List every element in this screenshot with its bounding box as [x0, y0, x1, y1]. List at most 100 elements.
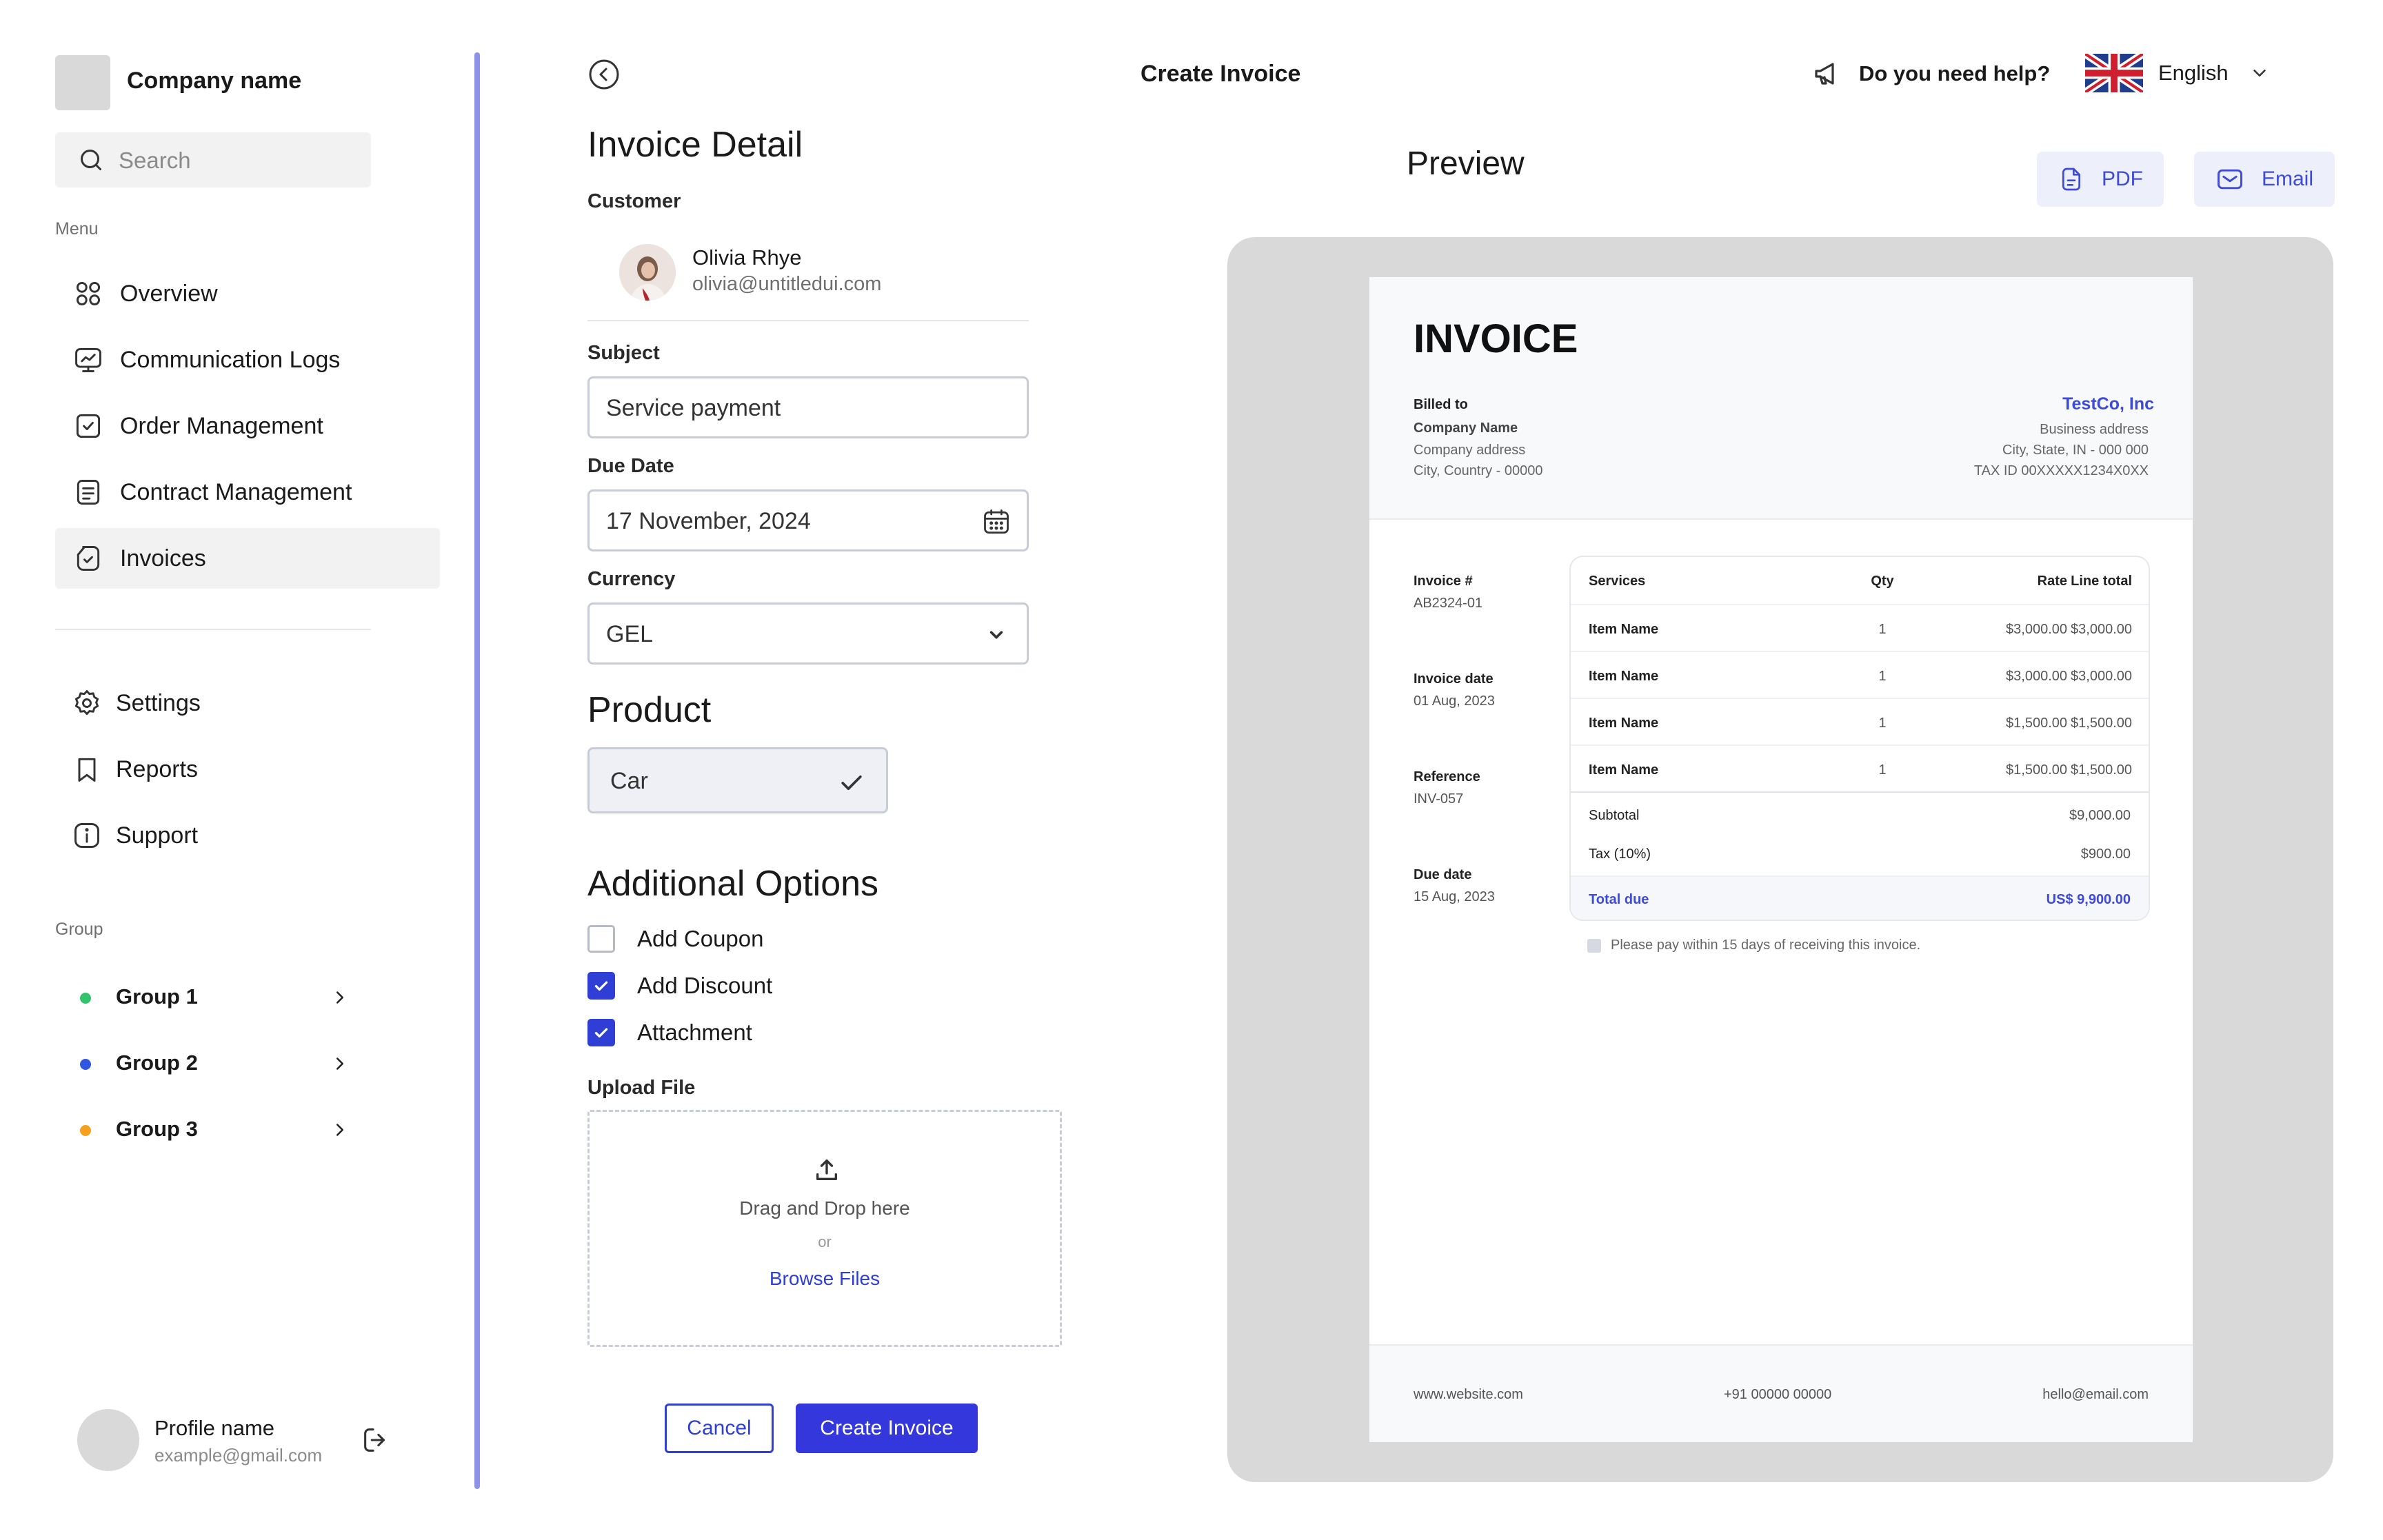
customer-divider [587, 320, 1029, 321]
customer-email: olivia@untitledui.com [692, 273, 882, 295]
back-arrow-icon[interactable] [587, 58, 621, 91]
chevron-right-icon [336, 1124, 343, 1136]
cell-total: $3,000.00 [2071, 669, 2132, 684]
sidebar-item-order-management[interactable]: Order Management [55, 396, 440, 456]
sidebar-edge-line [474, 52, 480, 1489]
menu-label: Menu [55, 219, 99, 239]
sidebar-item-contract-management[interactable]: Contract Management [55, 462, 440, 523]
create-invoice-button[interactable]: Create Invoice [796, 1404, 978, 1453]
checkbox-add-discount[interactable] [587, 972, 615, 1000]
option-attachment[interactable]: Attachment [587, 1017, 752, 1048]
sidebar-item-invoices[interactable]: Invoices [55, 528, 440, 589]
preview-heading: Preview [1407, 145, 1525, 182]
due-date-value: 17 November, 2024 [606, 508, 811, 534]
due-date-value-invoice: 15 Aug, 2023 [1414, 889, 1495, 904]
chevron-right-icon [336, 1057, 343, 1070]
reference-value: INV-057 [1414, 791, 1464, 807]
pdf-button[interactable]: PDF [2037, 152, 2164, 207]
option-label: Add Coupon [637, 926, 764, 951]
payment-note-text: Please pay within 15 days of receiving t… [1611, 938, 1921, 953]
sidebar-item-label: Invoices [120, 545, 206, 571]
sidebar-item-label: Order Management [120, 412, 323, 439]
invoice-date-label: Invoice date [1414, 671, 1494, 687]
product-value: Car [610, 768, 648, 794]
cell-name: Item Name [1589, 762, 1659, 778]
cell-qty: 1 [1878, 669, 1887, 684]
cancel-button[interactable]: Cancel [665, 1404, 774, 1453]
checkmark-icon [841, 775, 862, 790]
currency-value: GEL [606, 621, 654, 647]
tax-value: $900.00 [2080, 847, 2131, 862]
product-select[interactable]: Car [587, 747, 888, 813]
invoice-title: INVOICE [1414, 316, 1578, 361]
footer-website: www.website.com [1414, 1387, 1523, 1402]
sidebar-item-settings[interactable]: Settings [55, 673, 440, 733]
footer-email: hello@email.com [2042, 1387, 2149, 1402]
chevron-down-icon [2253, 70, 2266, 77]
logout-icon[interactable] [360, 1424, 392, 1456]
invoice-table: Services Qty Rate Line total Item Name 1… [1569, 556, 2150, 921]
subject-input[interactable]: Service payment [587, 376, 1029, 438]
profile-name: Profile name [154, 1416, 275, 1440]
help-link[interactable]: Do you need help? [1811, 57, 2050, 91]
sidebar-divider [55, 629, 371, 630]
calendar-icon[interactable] [981, 507, 1012, 537]
seller-city: City, State, IN - 000 000 [2002, 443, 2149, 458]
invoice-detail-heading: Invoice Detail [587, 125, 803, 165]
sidebar: Company name Search Menu Overview Commun… [0, 0, 483, 1540]
checkbox-add-coupon[interactable] [587, 925, 615, 953]
due-date-input[interactable]: 17 November, 2024 [587, 489, 1029, 551]
sidebar-group-3[interactable]: Group 3 [55, 1106, 359, 1154]
currency-select[interactable]: GEL [587, 602, 1029, 665]
sidebar-item-label: Overview [120, 280, 218, 307]
cell-qty: 1 [1878, 762, 1887, 778]
sidebar-item-label: Contract Management [120, 478, 352, 505]
upload-dropzone[interactable]: Drag and Drop here or Browse Files [587, 1110, 1062, 1347]
total-due-row: Total due US$ 9,900.00 [1571, 875, 2149, 920]
bill-company: Company Name [1414, 421, 1518, 436]
due-date-label: Due Date [587, 455, 674, 477]
bookmark-icon [78, 758, 96, 782]
sidebar-item-label: Settings [116, 689, 201, 716]
reference-label: Reference [1414, 769, 1480, 784]
status-dot [80, 1125, 91, 1136]
email-button[interactable]: Email [2194, 152, 2335, 207]
group-label-text: Group 3 [116, 1117, 198, 1141]
search-input[interactable]: Search [55, 132, 371, 188]
upload-icon [816, 1159, 837, 1180]
sidebar-item-label: Communication Logs [120, 346, 341, 373]
option-add-coupon[interactable]: Add Coupon [587, 924, 763, 954]
sidebar-item-communication-logs[interactable]: Communication Logs [55, 330, 440, 390]
upload-drag-text: Drag and Drop here [739, 1197, 910, 1219]
customer-avatar [619, 244, 676, 301]
tax-label: Tax (10%) [1589, 847, 1651, 862]
check-square-icon [76, 414, 101, 438]
subtotal-value: $9,000.00 [2069, 808, 2131, 823]
sidebar-item-reports[interactable]: Reports [55, 739, 440, 800]
sidebar-item-support[interactable]: Support [55, 805, 440, 866]
upload-file-label: Upload File [587, 1077, 696, 1099]
company-name: Company name [127, 68, 302, 94]
invoice-footer: www.website.com +91 00000 00000 hello@em… [1369, 1344, 2193, 1442]
sidebar-group-2[interactable]: Group 2 [55, 1040, 359, 1088]
language-select[interactable]: English [2085, 54, 2270, 92]
table-row: Item Name 1 $1,500.00 $1,500.00 [1571, 744, 2149, 791]
col-line-total: Line total [2071, 574, 2132, 589]
subject-label: Subject [587, 342, 660, 364]
cell-name: Item Name [1589, 669, 1659, 684]
chevron-down-icon [989, 631, 1003, 639]
invoice-check-icon [77, 546, 100, 571]
megaphone-icon [1815, 63, 1834, 85]
browse-files-link[interactable]: Browse Files [590, 1268, 1060, 1290]
billed-to-label: Billed to [1414, 397, 1468, 412]
invoice-number-value: AB2324-01 [1414, 596, 1483, 611]
upload-or-text: or [818, 1233, 832, 1250]
avatar[interactable] [77, 1409, 139, 1471]
sidebar-item-overview[interactable]: Overview [55, 263, 440, 324]
sidebar-group-1[interactable]: Group 1 [55, 973, 359, 1022]
seller-address: Business address [2040, 422, 2149, 437]
option-add-discount[interactable]: Add Discount [587, 971, 772, 1001]
col-services: Services [1589, 574, 1646, 589]
checkbox-attachment[interactable] [587, 1019, 615, 1046]
uk-flag-icon [2085, 54, 2143, 92]
